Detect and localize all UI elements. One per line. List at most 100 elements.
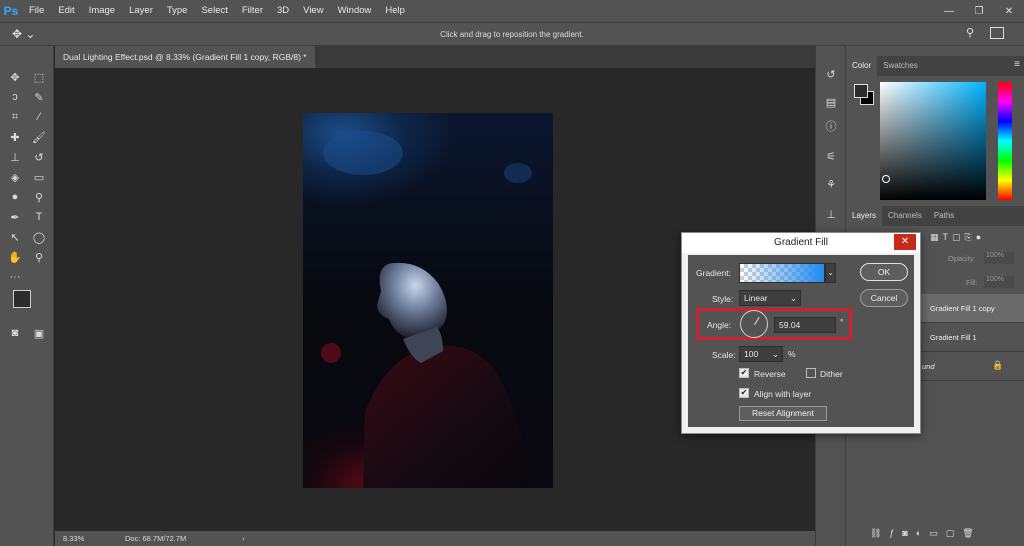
checkmark-icon: ✔ [740, 388, 748, 397]
foreground-color-swatch[interactable] [13, 290, 31, 308]
gradient-dropdown-icon[interactable]: ⌄ [825, 263, 836, 283]
opacity-label: Opacity: [948, 254, 976, 263]
reverse-checkbox[interactable]: ✔ [739, 368, 749, 378]
opacity-field[interactable]: 100% [984, 252, 1014, 264]
menu-view[interactable]: View [296, 0, 330, 22]
info-panel-icon[interactable]: ⓘ [822, 118, 840, 134]
quick-select-tool-icon[interactable]: ✎ [29, 88, 49, 106]
gradient-tool-icon[interactable]: ▭ [29, 168, 49, 186]
minimize-button[interactable]: — [934, 0, 964, 22]
healing-brush-tool-icon[interactable]: ✚ [5, 128, 25, 146]
dither-checkbox[interactable] [806, 368, 816, 378]
lasso-tool-icon[interactable]: ↄ [5, 88, 25, 106]
search-icon[interactable]: ⚲ [966, 26, 982, 42]
align-with-layer-checkbox[interactable]: ✔ [739, 388, 749, 398]
tab-paths[interactable]: Paths [928, 206, 960, 226]
restore-button[interactable]: ❐ [964, 0, 994, 22]
menu-help[interactable]: Help [378, 0, 412, 22]
document-tab-bar: Dual Lighting Effect.psd @ 8.33% (Gradie… [55, 46, 815, 68]
gradient-fill-dialog: Gradient Fill ✕ Gradient: ⌄ Style: Linea… [681, 232, 921, 434]
type-tool-icon[interactable]: T [29, 208, 49, 226]
options-hint: Click and drag to reposition the gradien… [440, 30, 584, 39]
crop-tool-icon[interactable]: ⌗ [5, 108, 25, 126]
menu-type[interactable]: Type [160, 0, 195, 22]
style-select[interactable]: Linear ⌄ [739, 290, 801, 306]
brush-settings-icon[interactable]: ⚟ [822, 148, 840, 164]
style-select-value: Linear [744, 293, 768, 303]
ok-button[interactable]: OK [860, 263, 908, 281]
photoshop-logo: Ps [0, 0, 22, 22]
menu-image[interactable]: Image [82, 0, 122, 22]
chevron-down-icon: ⌄ [771, 349, 779, 359]
fill-field[interactable]: 100% [984, 276, 1014, 288]
menu-edit[interactable]: Edit [51, 0, 81, 22]
color-panel-tabs: Color Swatches [846, 56, 1024, 76]
tab-channels[interactable]: Channels [882, 206, 928, 226]
hue-slider[interactable] [998, 82, 1012, 200]
panel-menu-icon[interactable]: ≡ [1014, 59, 1020, 70]
layer-name: Gradient Fill 1 [930, 333, 977, 342]
dialog-close-button[interactable]: ✕ [894, 234, 916, 250]
angle-input[interactable]: 59.04 [774, 317, 836, 333]
workspace-icon[interactable] [990, 27, 1004, 39]
document-canvas-image[interactable] [303, 113, 553, 488]
screen-mode-icon[interactable]: ▣ [29, 324, 49, 342]
reset-alignment-button[interactable]: Reset Alignment [739, 406, 827, 421]
ellipse-tool-icon[interactable]: ◯ [29, 228, 49, 246]
scale-label: Scale: [712, 350, 736, 360]
angle-label: Angle: [707, 320, 732, 330]
eyedropper-tool-icon[interactable]: ⁄ [29, 108, 49, 126]
brushes-panel-icon[interactable]: ⚘ [822, 176, 840, 192]
layer-bottom-icons[interactable]: ⛓ƒ◙◐▭▢🗑 [870, 528, 1020, 542]
scale-input[interactable]: 100 ⌄ [739, 346, 783, 362]
checkmark-icon: ✔ [740, 368, 748, 377]
zoom-tool-icon[interactable]: ⚲ [29, 248, 49, 266]
menu-window[interactable]: Window [331, 0, 379, 22]
menu-file[interactable]: File [22, 0, 51, 22]
properties-panel-icon[interactable]: ▤ [822, 94, 840, 110]
panel-foreground-swatch[interactable] [854, 84, 868, 98]
cancel-button[interactable]: Cancel [860, 289, 908, 307]
menu-bar: Ps File Edit Image Layer Type Select Fil… [0, 0, 1024, 22]
tab-swatches[interactable]: Swatches [877, 56, 924, 76]
zoom-level[interactable]: 8.33% [63, 534, 103, 543]
clone-stamp-tool-icon[interactable]: ⊥ [5, 148, 25, 166]
menu-layer[interactable]: Layer [122, 0, 160, 22]
clone-source-icon[interactable]: ⊥ [822, 206, 840, 222]
portrait-illustration [321, 131, 533, 488]
blur-tool-icon[interactable]: ● [5, 188, 25, 206]
angle-dial-needle [754, 317, 760, 326]
marquee-tool-icon[interactable]: ⬚ [29, 68, 49, 86]
color-picker-field[interactable] [880, 82, 986, 200]
style-label: Style: [712, 294, 734, 304]
tab-color[interactable]: Color [846, 56, 878, 76]
eraser-tool-icon[interactable]: ◈ [5, 168, 25, 186]
gradient-preview[interactable] [739, 263, 825, 283]
pen-tool-icon[interactable]: ✒ [5, 208, 25, 226]
angle-unit: ° [840, 317, 844, 327]
document-tab[interactable]: Dual Lighting Effect.psd @ 8.33% (Gradie… [55, 46, 315, 68]
dodge-tool-icon[interactable]: ⚲ [29, 188, 49, 206]
status-bar: 8.33% Doc: 68.7M/72.7M › [55, 531, 845, 546]
path-select-tool-icon[interactable]: ↖ [5, 228, 25, 246]
quick-mask-icon[interactable]: ◙ [5, 324, 25, 342]
more-tools-icon[interactable]: ··· [5, 268, 25, 286]
tab-layers[interactable]: Layers [846, 206, 883, 226]
menu-select[interactable]: Select [194, 0, 234, 22]
lock-icon: 🔒 [992, 360, 1004, 370]
history-panel-icon[interactable]: ↺ [822, 66, 840, 82]
close-window-button[interactable]: ✕ [994, 0, 1024, 22]
hand-tool-icon[interactable]: ✋ [5, 248, 25, 266]
menu-3d[interactable]: 3D [270, 0, 296, 22]
history-brush-tool-icon[interactable]: ↺ [29, 148, 49, 166]
brush-tool-icon[interactable]: 🖌 [29, 128, 49, 146]
angle-dial[interactable] [740, 310, 768, 338]
move-tool-icon[interactable]: ✥ [5, 68, 25, 86]
status-menu-icon[interactable]: › [242, 534, 245, 543]
window-controls: — ❐ ✕ [934, 0, 1024, 22]
picker-cursor[interactable] [882, 175, 890, 183]
reverse-label: Reverse [754, 369, 786, 379]
layer-filter-icons[interactable]: ▦T▢⎘● [930, 232, 1022, 246]
menu-filter[interactable]: Filter [235, 0, 270, 22]
gradient-label: Gradient: [696, 268, 731, 278]
